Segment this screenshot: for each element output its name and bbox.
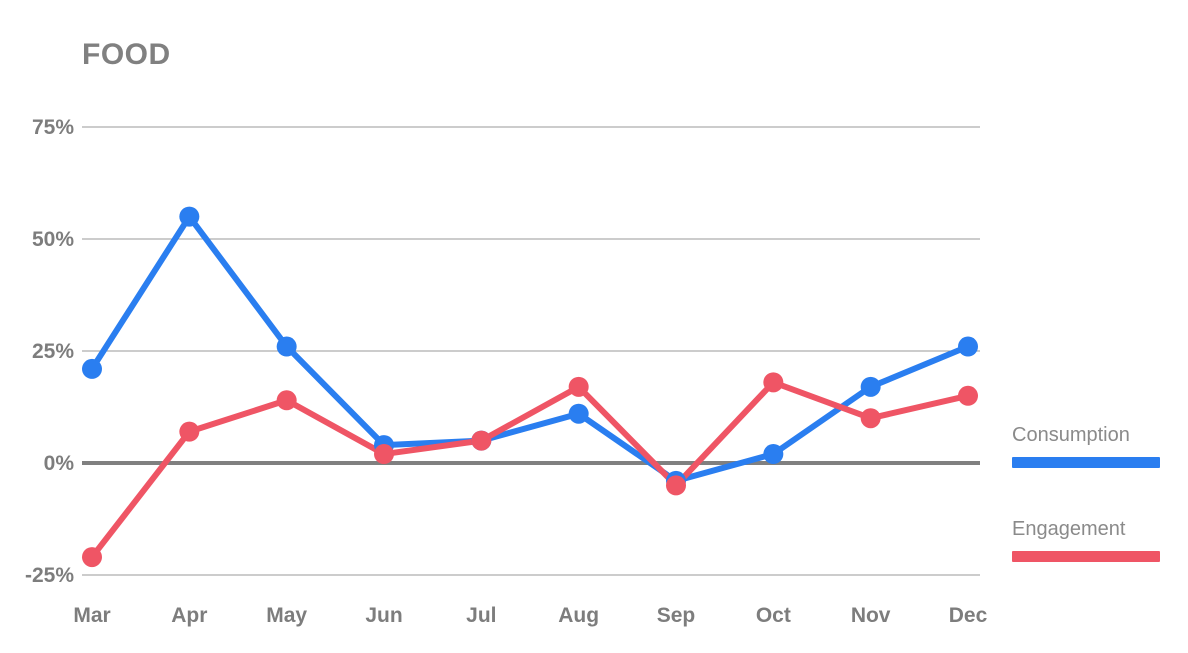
legend-item-engagement[interactable]: Engagement (1012, 518, 1172, 562)
data-point[interactable] (763, 444, 784, 465)
data-point[interactable] (860, 376, 881, 397)
data-point[interactable] (471, 430, 492, 451)
x-axis-tick-label: Jun (365, 604, 403, 627)
x-axis-tick-label: Oct (755, 604, 791, 627)
data-point[interactable] (666, 475, 686, 496)
data-point[interactable] (179, 421, 200, 442)
x-axis-tick-label: Apr (171, 604, 208, 627)
line-chart-plot (82, 126, 980, 576)
gridlines-group (82, 126, 980, 576)
data-point[interactable] (374, 444, 394, 465)
data-point[interactable] (958, 385, 978, 406)
data-point[interactable] (568, 376, 589, 397)
data-point[interactable] (763, 372, 784, 393)
x-axis-tick-label: Jul (466, 604, 497, 627)
x-axis-tick-label: Dec (948, 604, 988, 627)
legend-swatch-consumption (1012, 457, 1160, 468)
x-axis-tick-label: Mar (73, 604, 111, 627)
x-axis-tick-label: Sep (656, 604, 696, 627)
y-axis-tick-label: 0% (43, 452, 74, 475)
data-point[interactable] (958, 336, 978, 357)
series-points-group (82, 206, 978, 568)
legend-item-consumption[interactable]: Consumption (1012, 424, 1172, 468)
data-point[interactable] (568, 403, 589, 424)
x-axis-tick-label: Nov (850, 604, 891, 627)
data-point[interactable] (860, 408, 881, 429)
data-point[interactable] (276, 336, 297, 357)
data-point[interactable] (276, 390, 297, 411)
legend-swatch-engagement (1012, 551, 1160, 562)
x-axis-tick-label: Aug (558, 604, 600, 627)
series-lines-group (89, 213, 971, 561)
legend-label-engagement: Engagement (1012, 518, 1126, 540)
chart-legend: Consumption Engagement (1012, 424, 1172, 612)
chart-container: FOOD 75% 50% 25% 0% -25% Mar Apr May Jun Jul Aug S… (0, 0, 1188, 653)
y-axis-tick-label: 75% (31, 116, 74, 139)
x-axis-tick-label: May (266, 604, 308, 627)
series-line-consumption (89, 213, 971, 484)
legend-label-consumption: Consumption (1012, 424, 1130, 446)
data-point[interactable] (82, 358, 102, 379)
data-point[interactable] (179, 206, 200, 227)
series-line-engagement (89, 379, 971, 561)
y-axis-tick-label: 50% (31, 228, 74, 251)
y-axis-tick-label: 25% (31, 340, 74, 363)
y-axis-tick-label: -25% (24, 564, 74, 587)
data-point[interactable] (82, 547, 102, 568)
